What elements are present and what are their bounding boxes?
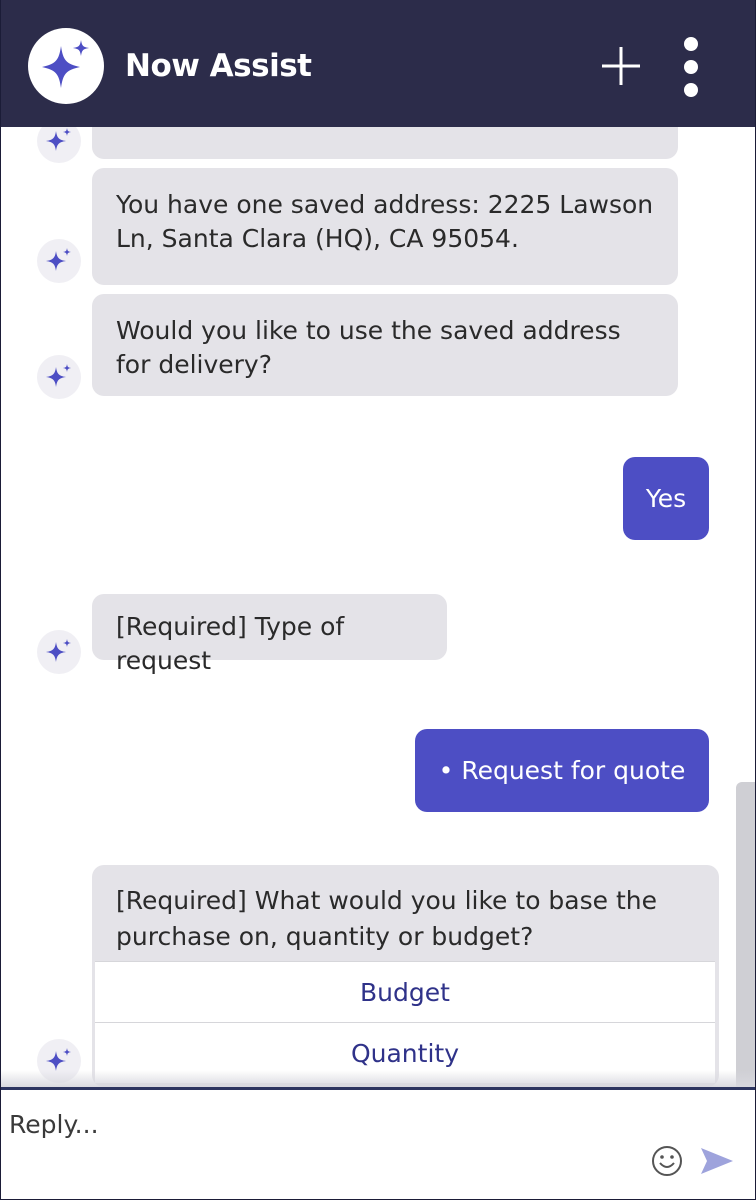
message-text: • Request for quote — [438, 756, 686, 785]
now-assist-logo — [28, 28, 104, 104]
sparkle-icon — [42, 40, 89, 88]
send-icon[interactable] — [699, 1146, 735, 1176]
message-list[interactable]: You have one saved address: 2225 Lawson … — [1, 127, 755, 1087]
message-text: [Required] What would you like to base t… — [116, 886, 658, 951]
assistant-avatar — [37, 630, 81, 674]
assistant-message: You have one saved address: 2225 Lawson … — [92, 168, 678, 285]
reply-input[interactable] — [9, 1094, 609, 1154]
assistant-avatar — [37, 239, 81, 283]
previous-message-bubble — [92, 127, 678, 159]
sparkle-icon — [46, 639, 71, 662]
kebab-menu-icon[interactable] — [676, 36, 706, 98]
sparkle-icon — [46, 128, 71, 151]
assistant-avatar — [37, 127, 81, 163]
plus-icon[interactable] — [599, 44, 643, 88]
option-budget-button[interactable]: Budget — [95, 961, 715, 1022]
assistant-message: [Required] Type of request — [92, 594, 447, 675]
assistant-message: Would you like to use the saved address … — [92, 294, 678, 396]
sparkle-icon — [46, 248, 71, 271]
message-text: Would you like to use the saved address … — [116, 316, 621, 379]
choice-card: [Required] What would you like to base t… — [92, 865, 719, 1087]
user-message: • Request for quote — [415, 729, 709, 812]
sparkle-icon — [46, 364, 71, 387]
smiley-icon[interactable] — [650, 1144, 684, 1178]
chat-header: Now Assist — [1, 0, 755, 127]
chat-title: Now Assist — [125, 48, 312, 84]
assistant-avatar — [37, 355, 81, 399]
chat-window: Now Assist You have one saved address: 2… — [0, 0, 756, 1200]
message-text: Yes — [645, 484, 687, 513]
reply-composer — [1, 1087, 755, 1199]
scrollbar[interactable] — [736, 782, 755, 1087]
scroll-fade — [1, 1070, 755, 1088]
message-text: [Required] Type of request — [116, 612, 345, 675]
message-text: You have one saved address: 2225 Lawson … — [116, 190, 654, 253]
user-message: Yes — [623, 457, 709, 540]
